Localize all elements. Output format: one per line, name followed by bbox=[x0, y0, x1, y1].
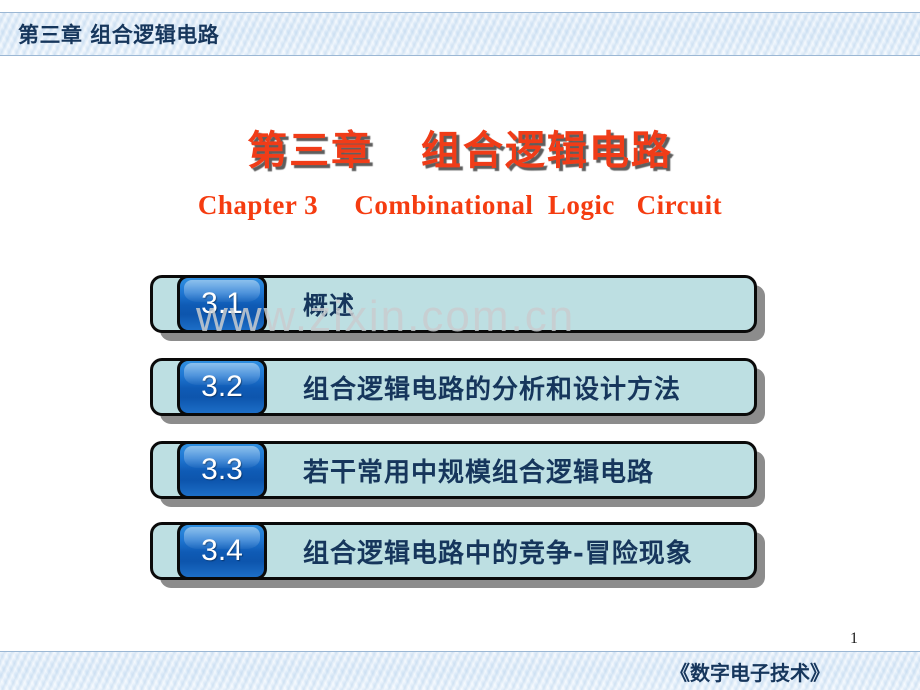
section-item-3-3[interactable]: 3.3 若干常用中规模组合逻辑电路 bbox=[150, 441, 757, 499]
section-number-badge: 3.3 bbox=[177, 441, 267, 499]
section-number-label: 3.3 bbox=[201, 453, 243, 486]
slide-canvas: 第三章 组合逻辑电路 第三章 组合逻辑电路 Chapter 3 Combinat… bbox=[0, 0, 920, 690]
section-number-label: 3.4 bbox=[201, 534, 243, 567]
section-item-3-4[interactable]: 3.4 组合逻辑电路中的竞争-冒险现象 bbox=[150, 522, 757, 580]
section-number-badge: 3.2 bbox=[177, 358, 267, 416]
page-number: 1 bbox=[850, 630, 858, 647]
section-number-label: 3.2 bbox=[201, 370, 243, 403]
section-number-label: 3.1 bbox=[201, 287, 243, 320]
section-title-label: 组合逻辑电路的分析和设计方法 bbox=[303, 374, 682, 405]
section-item-3-1[interactable]: 3.1 概述 bbox=[150, 275, 757, 333]
section-list: 3.1 概述 3.2 组合逻辑电路的分析和设计方法 3.3 若干常用中规模组合逻… bbox=[0, 0, 920, 690]
section-number-badge: 3.4 bbox=[177, 522, 267, 580]
section-title-label: 若干常用中规模组合逻辑电路 bbox=[303, 457, 655, 488]
section-title-label: 概述 bbox=[303, 291, 356, 320]
footer-book-title: 《数字电子技术》 bbox=[670, 661, 830, 685]
section-item-3-2[interactable]: 3.2 组合逻辑电路的分析和设计方法 bbox=[150, 358, 757, 416]
footer-band: 《数字电子技术》 bbox=[0, 651, 920, 690]
section-title-label: 组合逻辑电路中的竞争-冒险现象 bbox=[303, 538, 693, 569]
section-number-badge: 3.1 bbox=[177, 275, 267, 333]
